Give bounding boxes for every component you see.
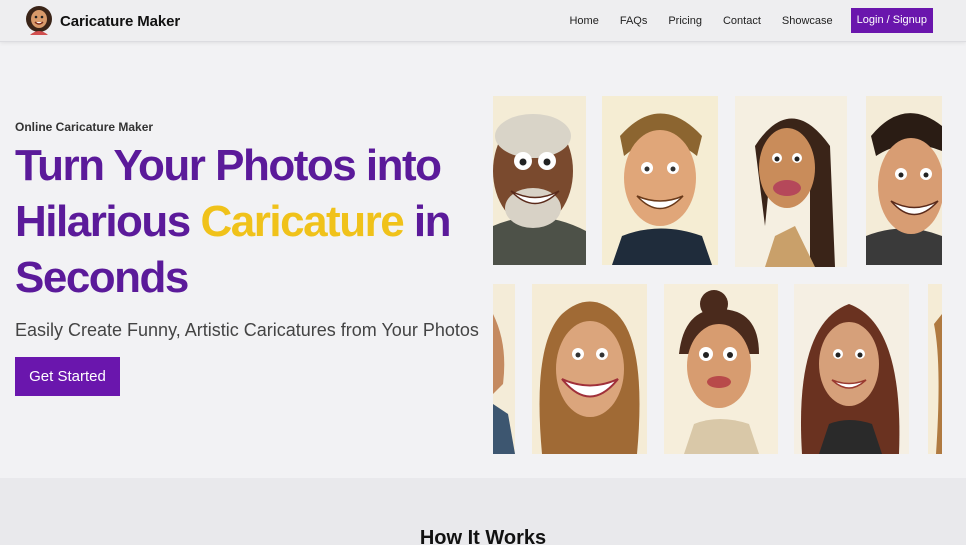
nav-faqs-link[interactable]: FAQs — [620, 15, 648, 27]
caricature-image — [735, 96, 847, 267]
caricature-image — [794, 284, 909, 454]
caricature-hair-bun-woman-icon — [664, 284, 778, 454]
caricature-image — [928, 284, 942, 454]
caricature-auburn-hair-woman-icon — [794, 284, 909, 454]
headline-highlight: Caricature — [200, 197, 405, 246]
caricature-image — [664, 284, 778, 454]
caricature-older-man-icon — [493, 96, 586, 265]
headline-line-2: Hilarious Caricature in — [15, 194, 485, 250]
caricature-image — [493, 284, 515, 454]
how-it-works-title: How It Works — [419, 527, 547, 545]
nav-menu: Home FAQs Pricing Contact Showcase Login… — [548, 8, 933, 33]
top-navbar: Caricature Maker Home FAQs Pricing Conta… — [0, 0, 966, 42]
caricature-image — [532, 284, 647, 454]
brand-avatar-icon — [26, 6, 52, 35]
headline-line-1: Turn Your Photos into — [15, 141, 442, 190]
hero-headline: Turn Your Photos into Hilarious Caricatu… — [15, 138, 485, 306]
caricature-partial-man-icon — [493, 284, 515, 454]
nav-showcase-link[interactable]: Showcase — [782, 15, 833, 27]
nav-contact-link[interactable]: Contact — [723, 15, 761, 27]
get-started-button[interactable]: Get Started — [15, 357, 120, 396]
caricature-partial-woman-icon — [928, 284, 942, 454]
brand-name: Caricature Maker — [60, 12, 181, 30]
caricature-image — [866, 96, 942, 265]
hero-subheading: Easily Create Funny, Artistic Caricature… — [15, 320, 479, 340]
caricature-dark-hair-woman-icon — [735, 96, 847, 267]
nav-pricing-link[interactable]: Pricing — [668, 15, 702, 27]
headline-line-2-end: in — [403, 197, 452, 246]
hero-eyebrow: Online Caricature Maker — [15, 120, 154, 134]
caricature-image — [602, 96, 718, 265]
nav-home-link[interactable]: Home — [569, 15, 598, 27]
headline-line-3: Seconds — [15, 253, 189, 302]
login-signup-button[interactable]: Login / Signup — [850, 8, 933, 33]
caricature-wavy-hair-woman-icon — [532, 284, 647, 454]
brand-logo-link[interactable]: Caricature Maker — [24, 4, 180, 38]
caricature-blond-man-icon — [602, 96, 718, 265]
caricature-image — [493, 96, 586, 265]
headline-line-2-start: Hilarious — [15, 197, 201, 246]
caricature-dark-hair-man-icon — [866, 96, 942, 265]
